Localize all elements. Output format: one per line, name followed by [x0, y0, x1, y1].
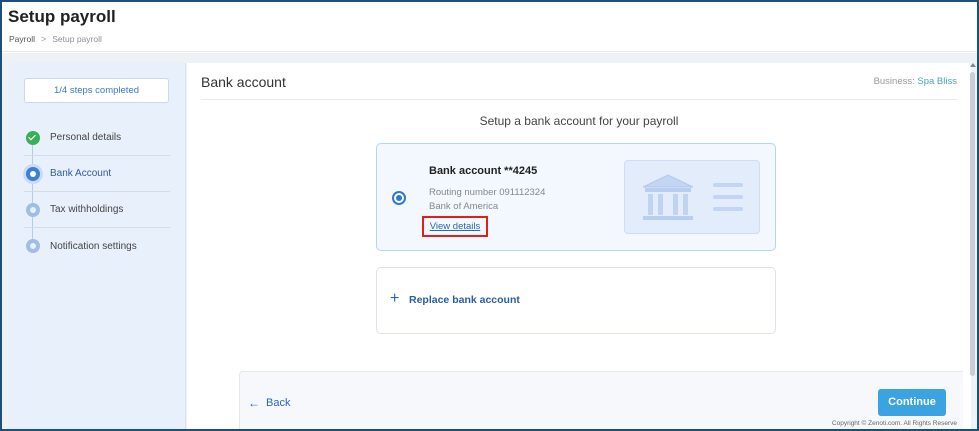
- step-tax-withholdings[interactable]: Tax withholdings: [24, 192, 170, 228]
- bank-account-card[interactable]: Bank account **4245 Routing number 09111…: [376, 143, 776, 251]
- business-name: Spa Bliss: [917, 76, 957, 87]
- step-label: Personal details: [50, 132, 122, 143]
- bank-account-radio[interactable]: [392, 191, 406, 205]
- app-body: 1/4 steps completed Personal details Ban…: [2, 53, 977, 429]
- business-indicator: Business: Spa Bliss: [874, 76, 957, 87]
- pending-step-icon: [26, 239, 40, 253]
- breadcrumb: Payroll > Setup payroll: [9, 34, 102, 44]
- section-heading: Bank account: [201, 74, 286, 90]
- back-label: Back: [266, 397, 291, 409]
- arrow-left-icon: ←: [248, 396, 260, 410]
- plus-icon: +: [390, 290, 400, 307]
- bank-account-name: Bank account **4245: [429, 165, 538, 177]
- breadcrumb-current: Setup payroll: [52, 34, 102, 44]
- breadcrumb-payroll-link[interactable]: Payroll: [9, 34, 35, 44]
- scroll-up-arrow-icon[interactable]: [970, 63, 976, 67]
- main-panel: Bank account Business: Spa Bliss Setup a…: [187, 63, 971, 429]
- step-label: Notification settings: [50, 240, 137, 252]
- view-details-link[interactable]: View details: [422, 216, 488, 237]
- page-header: Setup payroll Payroll > Setup payroll: [2, 2, 977, 52]
- back-button[interactable]: ← Back: [248, 396, 290, 410]
- active-step-icon: [26, 166, 40, 181]
- footer-action-bar: ← Back Continue Copyright © Zenoti.com. …: [239, 371, 963, 429]
- vertical-scrollbar[interactable]: [970, 72, 975, 376]
- copyright-text: Copyright © Zenoti.com. All Rights Reser…: [831, 420, 957, 427]
- check-circle-icon: [26, 130, 40, 145]
- routing-number: Routing number 091112324: [429, 187, 546, 198]
- replace-bank-account-button[interactable]: + Replace bank account: [376, 267, 776, 334]
- divider: [201, 99, 957, 100]
- replace-bank-account-label: Replace bank account: [409, 294, 520, 306]
- setup-bank-title: Setup a bank account for your payroll: [479, 114, 679, 128]
- step-bank-account[interactable]: Bank Account: [24, 156, 170, 192]
- pending-step-icon: [26, 202, 40, 217]
- step-notification-settings[interactable]: Notification settings: [24, 228, 170, 264]
- bank-name: Bank of America: [429, 201, 499, 212]
- page-title: Setup payroll: [8, 7, 116, 26]
- step-label: Bank Account: [50, 168, 112, 179]
- steps-progress-badge: 1/4 steps completed: [24, 78, 169, 103]
- continue-button[interactable]: Continue: [878, 389, 946, 416]
- steps-sidebar: 1/4 steps completed Personal details Ban…: [8, 63, 186, 429]
- step-label: Tax withholdings: [50, 204, 124, 215]
- step-personal-details[interactable]: Personal details: [24, 120, 170, 156]
- bank-building-icon: [624, 160, 760, 234]
- chevron-right-icon: >: [40, 34, 47, 44]
- business-label: Business:: [873, 76, 915, 87]
